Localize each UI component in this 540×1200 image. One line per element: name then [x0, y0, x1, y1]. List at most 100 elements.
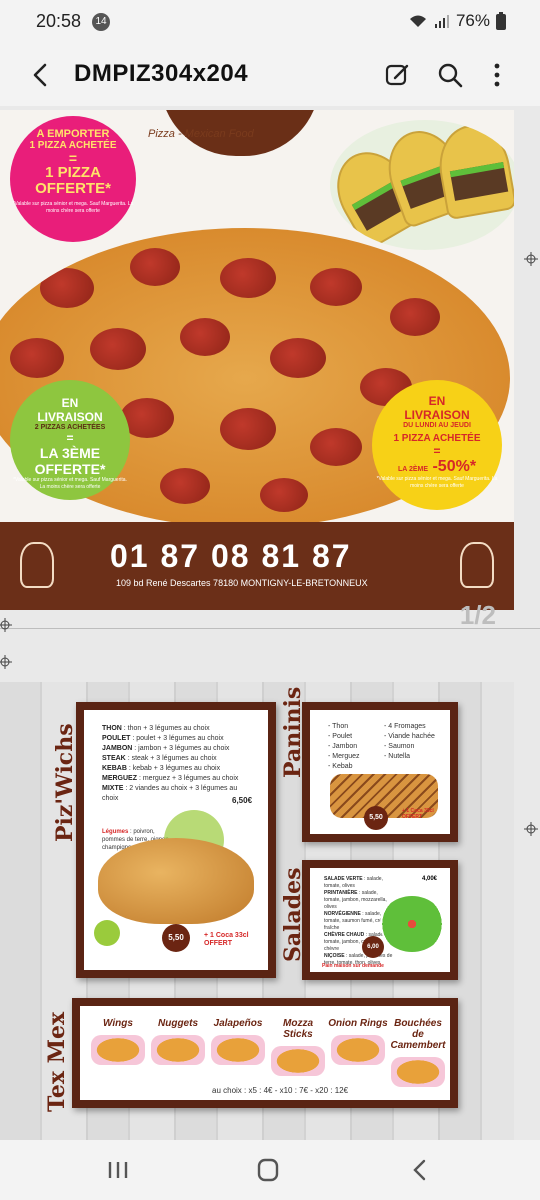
calligraphy-logo: [20, 542, 54, 588]
salade-verte-price: 4,00€: [422, 876, 438, 882]
menu-item: - Viande hachée: [384, 733, 435, 740]
crop-mark-icon: [524, 822, 538, 836]
offer-text: + 1 Coca 33cl OFFERT: [204, 932, 249, 947]
address: 109 bd René Descartes 78180 MONTIGNY-LE-…: [116, 578, 368, 588]
battery-icon: [496, 12, 506, 30]
menu-item: - Saumon: [384, 743, 415, 750]
menu-item: POULET : poulet + 3 légumes au choix: [102, 735, 224, 742]
texmex-item: Onion Rings: [328, 1018, 388, 1065]
page-separator: [0, 628, 540, 629]
status-time: 20:58: [36, 11, 82, 31]
menu-item: MERGUEZ : merguez + 3 légumes au choix: [102, 775, 239, 782]
promo-text: LIVRAISON: [37, 410, 103, 424]
battery-percent: 76%: [455, 11, 490, 30]
calzone-image: [98, 838, 254, 924]
promo-text: 2 PIZZAS ACHETÉES: [34, 424, 106, 431]
menu-item: PRINTANIÈRE : salade, tomate, jambon, mo…: [324, 890, 387, 910]
menu-item: MIXTE : 2 viandes au choix + 3 légumes a…: [102, 785, 238, 802]
promo-text: LA 2ÈME: [397, 466, 429, 473]
texmex-item: Jalapeños: [208, 1018, 268, 1065]
menu-item: SALADE VERTE : salade, tomate, olives: [324, 876, 383, 889]
nav-back-icon[interactable]: [400, 1154, 440, 1186]
app-bar: DMPIZ304x204: [0, 44, 540, 106]
page-2: Piz'Wichs THON : thon + 3 légumes au cho…: [0, 682, 514, 1140]
texmex-item: Wings: [88, 1018, 148, 1065]
texmex-item: Bouchées de Camembert: [388, 1018, 448, 1087]
back-arrow-icon[interactable]: [24, 58, 58, 92]
salad-image: [380, 896, 444, 952]
phone-number[interactable]: 01 87 08 81 87: [110, 538, 352, 575]
promo-note: *Valable sur pizza sénior et mega. Sauf …: [376, 476, 498, 489]
price-badge: 6,00: [362, 936, 384, 958]
recent-apps-icon[interactable]: [98, 1154, 138, 1186]
crop-mark-icon: [0, 655, 12, 669]
promo-note: *Valable sur pizza sénior et mega. Sauf …: [12, 201, 134, 214]
tagline: Pizza - Mexican Food: [148, 128, 254, 140]
menu-item: - 4 Fromages: [384, 723, 426, 730]
promo-text: EN: [61, 396, 79, 410]
notification-badge: 14: [92, 13, 110, 31]
home-icon[interactable]: [248, 1154, 288, 1186]
contact-footer: 01 87 08 81 87 109 bd René Descartes 781…: [0, 522, 514, 610]
edit-icon[interactable]: [380, 58, 414, 92]
mozza-sticks-image: [271, 1046, 325, 1076]
paninis-col-2: - 4 Fromages - Viande hachée - Saumon - …: [384, 722, 435, 762]
menu-item: - Merguez: [328, 753, 360, 760]
promo-text: EN: [428, 394, 446, 408]
crop-mark-icon: [0, 618, 12, 632]
promo-text: LA 3ÈME: [39, 445, 101, 461]
section-title-texmex: Tex Mex: [44, 1011, 70, 1112]
crop-mark-icon: [524, 252, 538, 266]
decor-dot: [94, 920, 120, 946]
page-1: Pizza - Mexican Food A EMPORTER 1 PIZZA …: [0, 110, 514, 610]
promo-text: LIVRAISON: [404, 408, 470, 422]
paninis-frame: - Thon - Poulet - Jambon - Merguez - Keb…: [302, 702, 458, 842]
pizwichs-list: THON : thon + 3 légumes au choix POULET …: [102, 724, 252, 804]
system-nav-bar: [0, 1140, 540, 1200]
camembert-image: [391, 1057, 445, 1087]
nuggets-image: [151, 1035, 205, 1065]
wifi-icon: [409, 15, 426, 27]
promo-takeaway: A EMPORTER 1 PIZZA ACHETÉE = 1 PIZZA OFF…: [10, 116, 136, 242]
status-indicators: 76%: [408, 11, 506, 31]
document-viewer[interactable]: Pizza - Mexican Food A EMPORTER 1 PIZZA …: [0, 106, 540, 1140]
paninis-col-1: - Thon - Poulet - Jambon - Merguez - Keb…: [328, 722, 360, 772]
promo-text: OFFERTE*: [34, 461, 106, 477]
promo-text: DU LUNDI AU JEUDI: [403, 422, 471, 429]
promo-text: =: [68, 150, 78, 166]
menu-item: - Poulet: [328, 733, 353, 740]
texmex-frame: Wings Nuggets Jalapeños Mozza Sticks Oni…: [72, 998, 458, 1108]
calligraphy-logo: [460, 542, 494, 588]
promo-text: =: [66, 431, 74, 445]
menu-item: - Jambon: [328, 743, 358, 750]
texmex-item: Nuggets: [148, 1018, 208, 1065]
promo-text: 1 PIZZA ACHETÉE: [393, 433, 481, 444]
menu-item: KEBAB : kebab + 3 légumes au choix: [102, 765, 221, 772]
document-title: DMPIZ304x204: [74, 60, 249, 87]
price-badge: 5,50: [162, 924, 190, 952]
pizwichs-frame: THON : thon + 3 légumes au choix POULET …: [76, 702, 276, 978]
promo-text: =: [433, 444, 441, 458]
section-title-pizwichs: Piz'Wichs: [52, 723, 78, 842]
signal-icon: [434, 15, 449, 28]
jalapenos-image: [211, 1035, 265, 1065]
salades-frame: SALADE VERTE : salade, tomate, olives PR…: [302, 860, 458, 980]
promo-text: OFFERTE*: [35, 180, 111, 197]
texmex-item: Mozza Sticks: [268, 1018, 328, 1076]
onion-rings-image: [331, 1035, 385, 1065]
menu-item: - Nutella: [384, 753, 411, 760]
promo-text: A EMPORTER: [36, 128, 110, 140]
promo-delivery-3rd: EN LIVRAISON 2 PIZZAS ACHETÉES = LA 3ÈME…: [10, 380, 130, 500]
page-counter: 1/2: [459, 600, 496, 630]
more-icon[interactable]: [480, 58, 514, 92]
texmex-prices: au choix : x5 : 4€ - x10 : 7€ - x20 : 12…: [212, 1086, 349, 1095]
menu-item: - Thon: [328, 723, 349, 730]
promo-note: *Valable sur pizza sénior et mega. Sauf …: [13, 477, 127, 490]
menu-item: JAMBON : jambon + 3 légumes au choix: [102, 745, 230, 752]
status-bar: 20:58 14 76%: [0, 0, 540, 44]
promo-text: -50%*: [432, 458, 477, 475]
salades-note: Pain maison sur demande: [322, 963, 384, 969]
menu-item: THON : thon + 3 légumes au choix: [102, 725, 210, 732]
promo-delivery-half: EN LIVRAISON DU LUNDI AU JEUDI 1 PIZZA A…: [372, 380, 502, 510]
search-icon[interactable]: [433, 58, 467, 92]
